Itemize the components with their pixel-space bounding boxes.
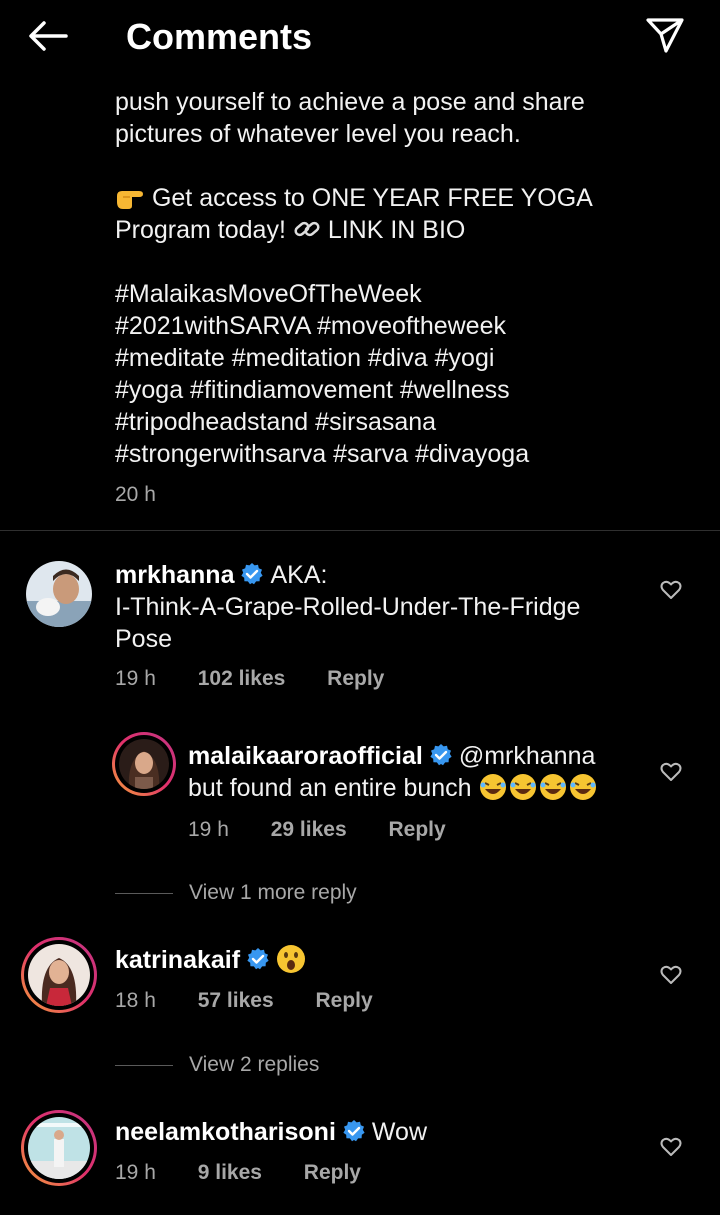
post-caption: push yourself to achieve a pose and shar… <box>115 86 675 470</box>
promo-text: Get access to ONE YEAR FREE YOGA <box>151 184 593 212</box>
direct-send-icon[interactable] <box>644 14 686 56</box>
comment-body: I-Think-A-Grape-Rolled-Under-The-Fridge <box>115 593 581 621</box>
comment-username[interactable]: katrinakaif <box>115 946 240 974</box>
comment-body: Wow <box>371 1118 428 1146</box>
comment-body: AKA: <box>270 561 328 589</box>
like-heart-icon[interactable] <box>660 1136 682 1158</box>
comment-body: Pose <box>115 625 172 653</box>
divider-line <box>115 1064 173 1066</box>
comment-time: 19 h <box>115 1161 156 1184</box>
surprised-emoji-icon <box>276 945 306 974</box>
verified-badge-icon <box>246 947 270 971</box>
comment-username[interactable]: malaikaaroraofficial <box>188 742 423 770</box>
reply-button[interactable]: Reply <box>327 667 384 690</box>
link-in-bio-text: LINK IN BIO <box>327 216 466 244</box>
avatar <box>28 944 90 1006</box>
comment-time: 19 h <box>115 667 156 690</box>
back-arrow-icon[interactable] <box>26 14 72 58</box>
avatar-story-ring[interactable] <box>112 732 176 796</box>
comment-meta: 19 h 102 likes Reply <box>115 665 420 693</box>
like-count[interactable]: 57 likes <box>198 989 274 1012</box>
avatar[interactable] <box>26 561 92 627</box>
like-count[interactable]: 29 likes <box>271 818 347 841</box>
caption-line: push yourself to achieve a pose and shar… <box>115 88 585 116</box>
comment-meta: 19 h 9 likes Reply <box>115 1159 397 1187</box>
comment-time: 19 h <box>188 818 229 841</box>
avatar <box>28 1117 90 1179</box>
avatar-story-ring[interactable] <box>21 1110 97 1186</box>
like-heart-icon[interactable] <box>660 761 682 783</box>
view-more-label: View 1 more reply <box>189 881 357 904</box>
page-title: Comments <box>126 16 313 57</box>
reply-button[interactable]: Reply <box>388 818 445 841</box>
view-more-replies-button[interactable]: View 1 more reply <box>115 879 357 907</box>
comment-meta: 19 h 29 likes Reply <box>188 816 482 844</box>
hashtag-line[interactable]: #strongerwithsarva #sarva #divayoga <box>115 438 675 470</box>
hashtag-line[interactable]: #2021withSARVA #moveoftheweek <box>115 310 675 342</box>
caption-timestamp: 20 h <box>115 483 156 506</box>
view-more-replies-button[interactable]: View 2 replies <box>115 1051 319 1079</box>
caption-promo-line: Get access to ONE YEAR FREE YOGA <box>115 182 675 214</box>
top-bar: Comments <box>0 0 720 76</box>
reply-button[interactable]: Reply <box>304 1161 361 1184</box>
comment-meta: 18 h 57 likes Reply <box>115 987 409 1015</box>
caption-line: pictures of whatever level you reach. <box>115 120 521 148</box>
hashtag-line[interactable]: #tripodheadstand #sirsasana <box>115 406 675 438</box>
verified-badge-icon <box>342 1119 366 1143</box>
like-count[interactable]: 9 likes <box>198 1161 262 1184</box>
divider-line <box>115 892 173 894</box>
link-icon <box>293 216 328 244</box>
comment-time: 18 h <box>115 989 156 1012</box>
comment-username[interactable]: neelamkotharisoni <box>115 1118 336 1146</box>
comment-body: but found an entire bunch <box>188 774 472 802</box>
avatar-story-ring[interactable] <box>21 937 97 1013</box>
laughing-emoji-icon <box>479 774 599 802</box>
promo-text: Program today! <box>115 216 286 244</box>
comment-text: neelamkotharisoni Wow <box>115 1116 675 1148</box>
hashtag-line[interactable]: #yoga #fitindiamovement #wellness <box>115 374 675 406</box>
view-more-label: View 2 replies <box>189 1053 320 1076</box>
comment-text: mrkhanna AKA: I-Think-A-Grape-Rolled-Unde… <box>115 559 675 655</box>
verified-badge-icon <box>429 743 453 767</box>
hashtag-line[interactable]: #MalaikasMoveOfTheWeek <box>115 278 675 310</box>
like-heart-icon[interactable] <box>660 579 682 601</box>
caption-promo-line: Program today! LINK IN BIO <box>115 214 675 246</box>
like-heart-icon[interactable] <box>660 964 682 986</box>
reply-button[interactable]: Reply <box>315 989 372 1012</box>
divider <box>0 530 720 531</box>
avatar <box>119 739 169 789</box>
pointing-hand-icon <box>115 184 152 212</box>
verified-badge-icon <box>240 562 264 586</box>
like-count[interactable]: 102 likes <box>198 667 286 690</box>
mention-link[interactable]: @mrkhanna <box>459 742 596 770</box>
hashtag-line[interactable]: #meditate #meditation #diva #yogi <box>115 342 675 374</box>
comment-text: katrinakaif <box>115 944 675 976</box>
comment-username[interactable]: mrkhanna <box>115 561 234 589</box>
comment-text: malaikaaroraofficial @mrkhanna but found … <box>188 740 678 804</box>
